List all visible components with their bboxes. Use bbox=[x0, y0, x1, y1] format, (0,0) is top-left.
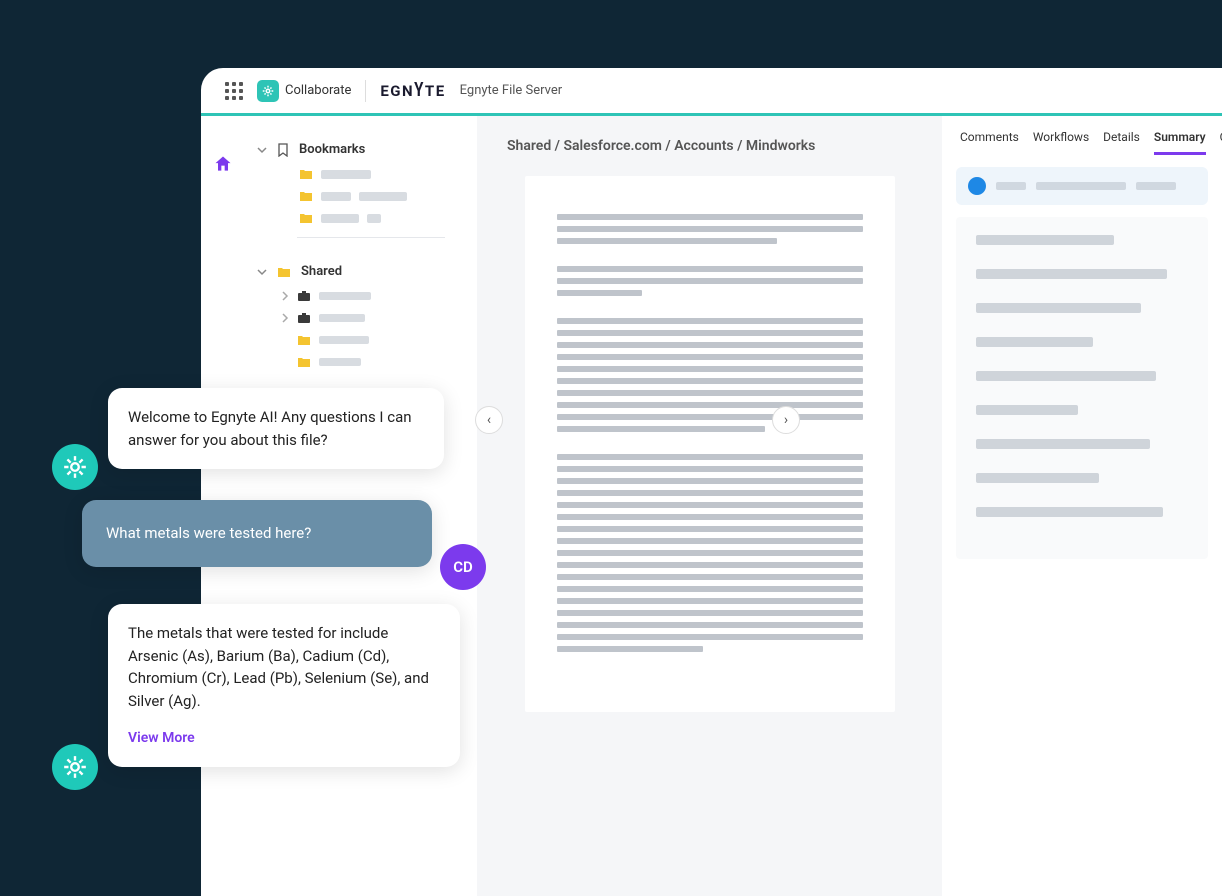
shared-label: Shared bbox=[301, 264, 342, 279]
tab-comments[interactable]: Comments bbox=[960, 130, 1019, 155]
summary-list bbox=[956, 217, 1208, 559]
next-page-button[interactable]: › bbox=[772, 406, 800, 434]
shared-item[interactable] bbox=[281, 329, 465, 351]
bookmark-item[interactable] bbox=[299, 163, 465, 185]
tab-workflows[interactable]: Workflows bbox=[1033, 130, 1089, 155]
status-dot-icon bbox=[968, 177, 986, 195]
ai-greeting-text: Welcome to Egnyte AI! Any questions I ca… bbox=[128, 408, 412, 449]
app-window: Collaborate EGNYTE Egnyte File Server Bo… bbox=[201, 68, 1222, 896]
folder-icon bbox=[299, 190, 313, 202]
shared-item[interactable] bbox=[281, 307, 465, 329]
shared-item[interactable] bbox=[281, 351, 465, 373]
bookmark-icon bbox=[277, 143, 289, 157]
tabs-bar: Comments Workflows Details Summary Q&A bbox=[942, 116, 1222, 155]
right-panel: Comments Workflows Details Summary Q&A bbox=[942, 116, 1222, 896]
bookmark-item[interactable] bbox=[299, 185, 465, 207]
header-divider bbox=[365, 80, 366, 102]
shared-header[interactable]: Shared bbox=[257, 258, 465, 285]
document-area: ‹ › bbox=[477, 176, 942, 896]
chevron-down-icon bbox=[257, 267, 267, 277]
briefcase-icon bbox=[297, 290, 311, 302]
header-bar: Collaborate EGNYTE Egnyte File Server bbox=[201, 68, 1222, 116]
ai-message-bubble: The metals that were tested for include … bbox=[108, 604, 460, 767]
header-subtitle: Egnyte File Server bbox=[460, 83, 563, 98]
folder-icon bbox=[299, 168, 313, 180]
tab-details[interactable]: Details bbox=[1103, 130, 1140, 155]
ai-avatar-icon bbox=[52, 744, 98, 790]
summary-header-pill bbox=[956, 167, 1208, 205]
user-avatar: CD bbox=[440, 544, 486, 590]
prev-page-button[interactable]: ‹ bbox=[475, 406, 503, 434]
chevron-down-icon bbox=[257, 145, 267, 155]
ai-answer-text: The metals that were tested for include … bbox=[128, 624, 429, 710]
folder-icon bbox=[299, 212, 313, 224]
folder-icon bbox=[297, 356, 311, 368]
collaborate-label: Collaborate bbox=[285, 83, 351, 98]
content-area: Shared / Salesforce.com / Accounts / Min… bbox=[477, 116, 942, 896]
user-message-bubble: What metals were tested here? bbox=[82, 500, 432, 567]
folder-icon bbox=[277, 266, 291, 278]
bookmarks-label: Bookmarks bbox=[299, 142, 365, 157]
view-more-link[interactable]: View More bbox=[128, 728, 440, 749]
briefcase-icon bbox=[297, 312, 311, 324]
chevron-right-icon bbox=[281, 291, 289, 301]
apps-grid-icon[interactable] bbox=[225, 82, 243, 100]
breadcrumb[interactable]: Shared / Salesforce.com / Accounts / Min… bbox=[477, 116, 942, 176]
bookmark-item[interactable] bbox=[299, 207, 465, 229]
bookmarks-header[interactable]: Bookmarks bbox=[257, 136, 465, 163]
user-question-text: What metals were tested here? bbox=[106, 524, 311, 542]
document-page bbox=[525, 176, 895, 712]
ai-message-bubble: Welcome to Egnyte AI! Any questions I ca… bbox=[108, 388, 444, 469]
collaborate-badge[interactable]: Collaborate bbox=[257, 80, 351, 102]
chevron-right-icon bbox=[281, 313, 289, 323]
collaborate-icon bbox=[257, 80, 279, 102]
tab-summary[interactable]: Summary bbox=[1154, 130, 1206, 155]
folder-icon bbox=[297, 334, 311, 346]
shared-item[interactable] bbox=[281, 285, 465, 307]
egnyte-logo: EGNYTE bbox=[380, 82, 445, 100]
ai-avatar-icon bbox=[52, 444, 98, 490]
